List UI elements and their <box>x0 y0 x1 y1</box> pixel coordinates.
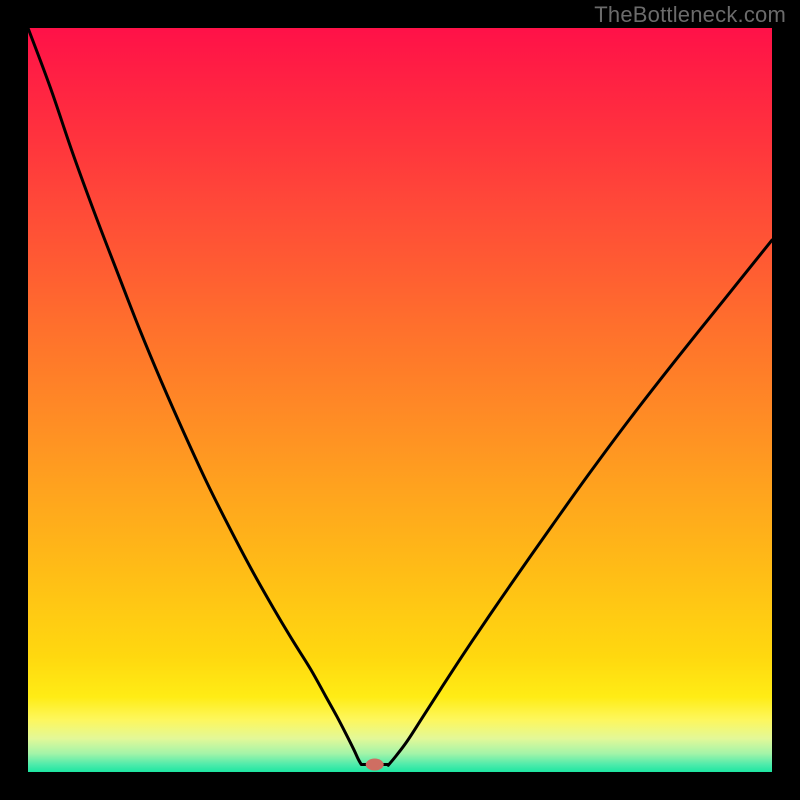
plot-area <box>28 28 772 772</box>
chart-container: TheBottleneck.com <box>0 0 800 800</box>
chart-svg <box>0 0 800 800</box>
optimal-marker <box>366 759 384 771</box>
watermark-text: TheBottleneck.com <box>594 2 786 28</box>
